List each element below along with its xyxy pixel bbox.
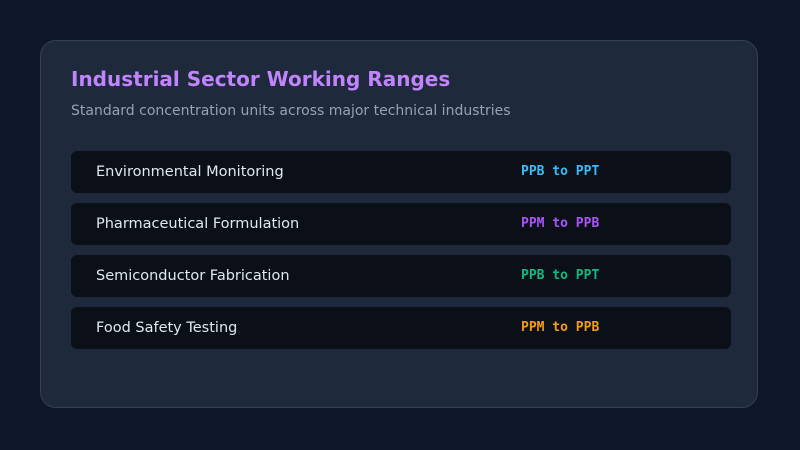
sector-row-environmental-monitoring: Environmental Monitoring PPB to PPT [71,151,731,193]
sector-label: Food Safety Testing [96,320,238,336]
sector-range: PPB to PPT [521,164,600,179]
sector-row-food-safety-testing: Food Safety Testing PPM to PPB [71,307,731,349]
sector-range: PPM to PPB [521,320,600,335]
sector-list: Environmental Monitoring PPB to PPT Phar… [71,151,731,359]
sector-label: Environmental Monitoring [96,164,284,180]
ranges-card: Industrial Sector Working Ranges Standar… [40,40,758,408]
sector-row-semiconductor-fabrication: Semiconductor Fabrication PPB to PPT [71,255,731,297]
sector-label: Pharmaceutical Formulation [96,216,300,232]
sector-range: PPB to PPT [521,268,600,283]
card-title: Industrial Sector Working Ranges [71,67,451,91]
sector-label: Semiconductor Fabrication [96,268,290,284]
sector-row-pharmaceutical-formulation: Pharmaceutical Formulation PPM to PPB [71,203,731,245]
sector-range: PPM to PPB [521,216,600,231]
card-subtitle: Standard concentration units across majo… [71,103,511,119]
